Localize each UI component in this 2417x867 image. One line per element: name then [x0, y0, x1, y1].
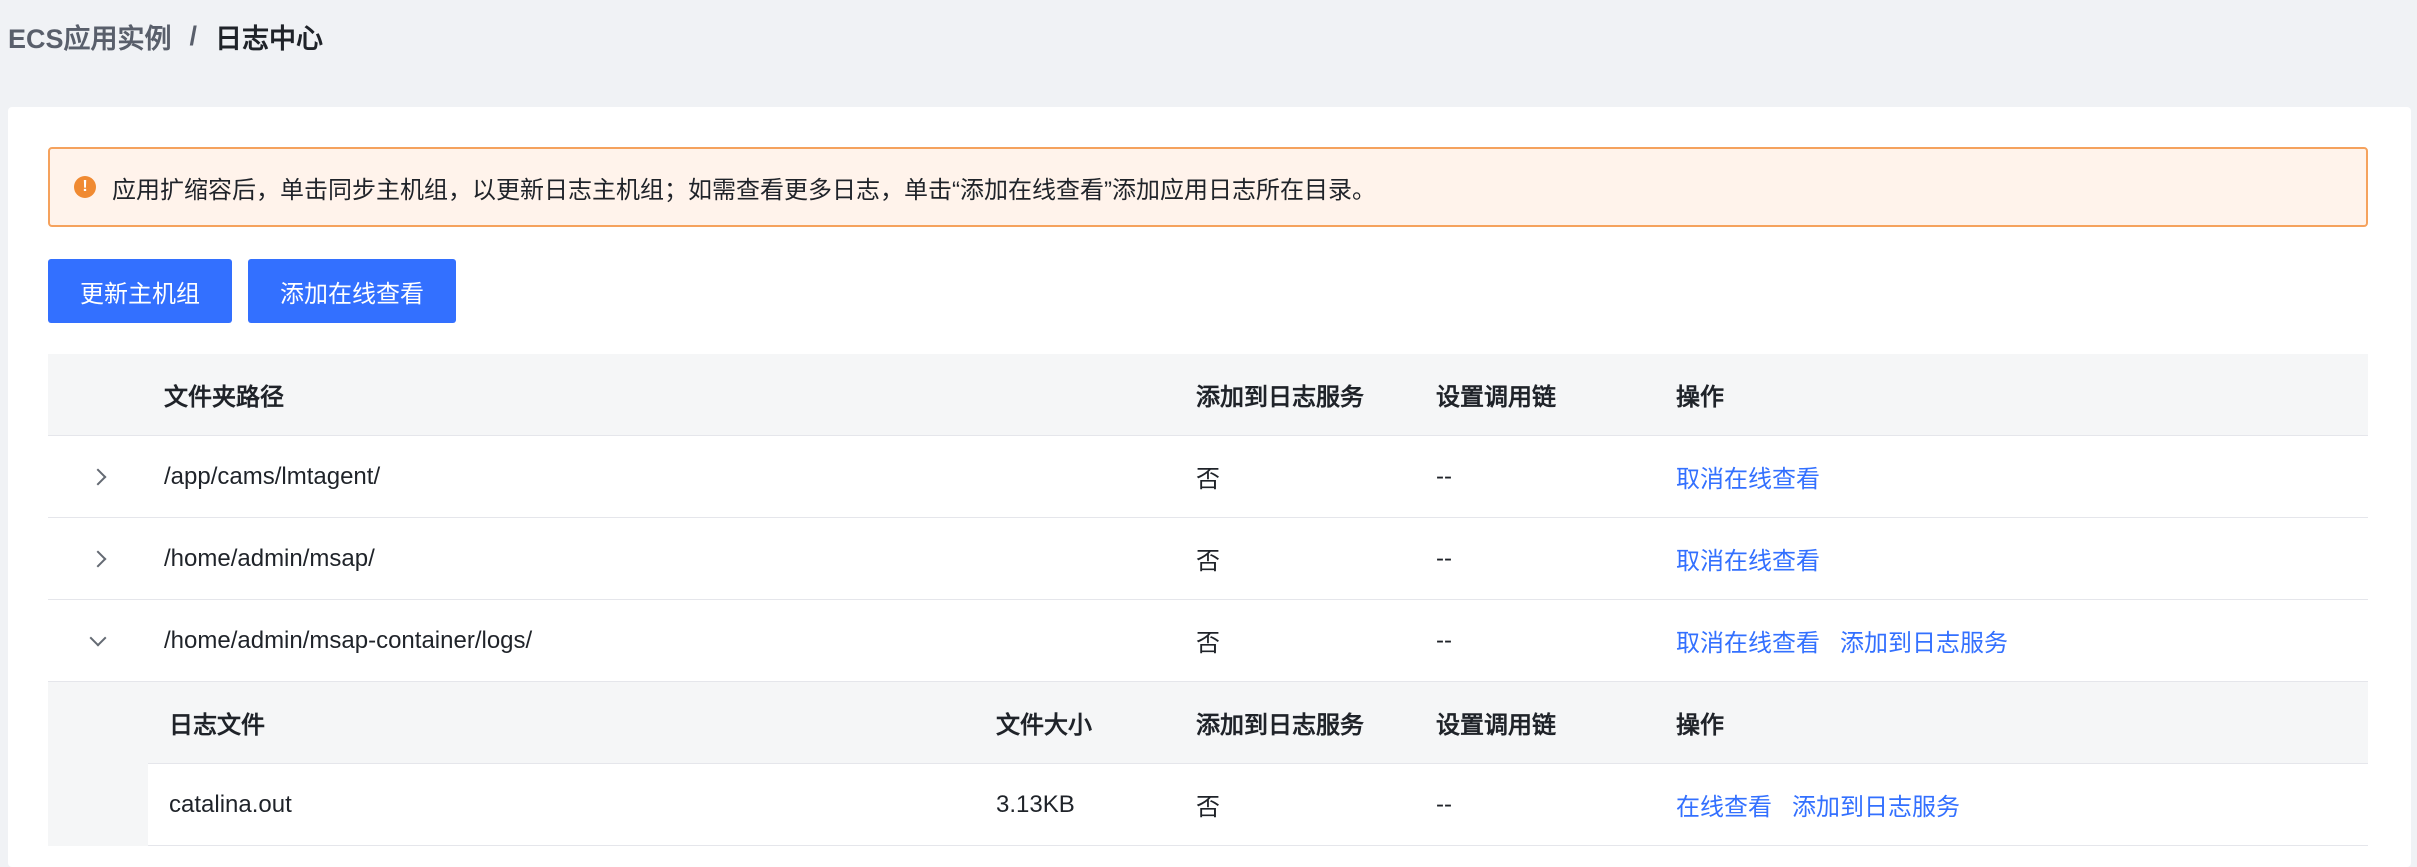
alert-text: 应用扩缩容后，单击同步主机组，以更新日志主机组；如需查看更多日志，单击“添加在线… — [112, 176, 1376, 204]
call-chain-value: -- — [1436, 790, 1452, 818]
cancel-online-view-link[interactable]: 取消在线查看 — [1676, 541, 1820, 576]
log-file-size: 3.13KB — [996, 790, 1075, 818]
breadcrumb: ECS应用实例 / 日志中心 — [8, 16, 323, 56]
table-row: /home/admin/msap-container/logs/ 否 -- 取消… — [48, 600, 2368, 682]
add-to-log-service-link[interactable]: 添加到日志服务 — [1840, 623, 2008, 658]
chevron-down-icon — [89, 629, 107, 646]
page-title: 日志中心 — [215, 23, 324, 54]
row-actions: 取消在线查看 添加到日志服务 — [1676, 600, 2028, 681]
column-header-log-service: 添加到日志服务 — [1196, 712, 1364, 739]
column-header-call-chain: 设置调用链 — [1436, 384, 1556, 411]
column-header-actions: 操作 — [1676, 712, 1724, 739]
call-chain-value: -- — [1436, 626, 1452, 654]
log-file-subtable: 日志文件 文件大小 添加到日志服务 设置调用链 操作 catalina.out … — [148, 682, 2368, 846]
log-service-status: 否 — [1196, 466, 1220, 493]
expand-toggle[interactable] — [48, 436, 148, 517]
log-folder-table: 文件夹路径 添加到日志服务 设置调用链 操作 /app/cams/lmtagen… — [48, 354, 2368, 846]
row-actions: 在线查看 添加到日志服务 — [1676, 764, 1980, 845]
chevron-right-icon — [89, 550, 107, 567]
column-header-actions: 操作 — [1676, 384, 1724, 411]
table-row: /app/cams/lmtagent/ 否 -- 取消在线查看 — [48, 436, 2368, 518]
folder-path: /home/admin/msap-container/logs/ — [164, 626, 533, 654]
add-to-log-service-link[interactable]: 添加到日志服务 — [1792, 787, 1960, 822]
log-file-name: catalina.out — [169, 790, 292, 818]
content-card: ! 应用扩缩容后，单击同步主机组，以更新日志主机组；如需查看更多日志，单击“添加… — [8, 107, 2411, 867]
call-chain-value: -- — [1436, 462, 1452, 490]
subtable-row: catalina.out 3.13KB 否 -- 在线查看 添加到日志服务 — [148, 764, 2368, 846]
table-row: /home/admin/msap/ 否 -- 取消在线查看 — [48, 518, 2368, 600]
cancel-online-view-link[interactable]: 取消在线查看 — [1676, 459, 1820, 494]
table-header: 文件夹路径 添加到日志服务 设置调用链 操作 — [48, 354, 2368, 436]
online-view-link[interactable]: 在线查看 — [1676, 787, 1772, 822]
cancel-online-view-link[interactable]: 取消在线查看 — [1676, 623, 1820, 658]
breadcrumb-parent-link[interactable]: ECS应用实例 — [8, 17, 172, 56]
row-actions: 取消在线查看 — [1676, 436, 1840, 517]
folder-path: /app/cams/lmtagent/ — [164, 462, 381, 490]
warning-icon: ! — [74, 176, 96, 198]
chevron-right-icon — [89, 468, 107, 485]
subtable-header: 日志文件 文件大小 添加到日志服务 设置调用链 操作 — [148, 682, 2368, 764]
call-chain-value: -- — [1436, 544, 1452, 572]
collapse-toggle[interactable] — [48, 600, 148, 681]
column-header-call-chain: 设置调用链 — [1436, 712, 1556, 739]
breadcrumb-separator: / — [189, 20, 198, 51]
expanded-row-detail: 日志文件 文件大小 添加到日志服务 设置调用链 操作 catalina.out … — [48, 682, 2368, 846]
column-header-file-size: 文件大小 — [996, 712, 1092, 739]
info-alert: ! 应用扩缩容后，单击同步主机组，以更新日志主机组；如需查看更多日志，单击“添加… — [48, 147, 2368, 227]
add-online-view-button[interactable]: 添加在线查看 — [248, 259, 456, 323]
log-service-status: 否 — [1196, 630, 1220, 657]
log-service-status: 否 — [1196, 548, 1220, 575]
log-service-status: 否 — [1196, 794, 1220, 821]
row-actions: 取消在线查看 — [1676, 518, 1840, 599]
column-header-path: 文件夹路径 — [164, 384, 284, 411]
expand-toggle[interactable] — [48, 518, 148, 599]
column-header-log-file: 日志文件 — [169, 712, 265, 739]
update-host-group-button[interactable]: 更新主机组 — [48, 259, 232, 323]
folder-path: /home/admin/msap/ — [164, 544, 375, 572]
column-header-log-service: 添加到日志服务 — [1196, 384, 1364, 411]
